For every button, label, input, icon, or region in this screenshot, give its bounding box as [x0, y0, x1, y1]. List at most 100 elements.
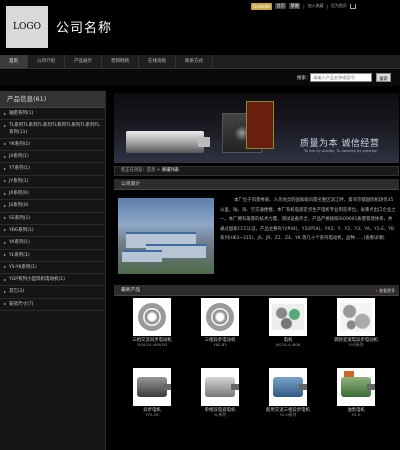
sidebar-item[interactable]: 其它(2)	[0, 286, 105, 299]
arrow-right-icon	[4, 191, 9, 197]
product-photo	[272, 304, 304, 330]
banner-slogan: 质量为本 诚信经营	[300, 139, 380, 149]
sidebar-item[interactable]: JX系列(1)	[0, 151, 105, 164]
product-card[interactable]: 单相双电容电机 YL系列	[190, 368, 250, 418]
sidebar-item-label: JX系列(1)	[9, 154, 29, 160]
product-image[interactable]	[133, 368, 171, 406]
factory-building	[122, 250, 162, 262]
sidebar-item-label: 轴密系列(1)	[9, 111, 34, 116]
search-input[interactable]	[310, 73, 372, 82]
product-card[interactable]: 船用交流三相异步电机 Y2-H系列	[258, 368, 318, 418]
more-products-link[interactable]: 查看更多	[376, 285, 395, 296]
logo-text: LOGO	[13, 22, 41, 32]
banner: 质量为本 诚信经营 To live by quality, To develop…	[114, 93, 399, 163]
search-label: 搜索：	[297, 76, 311, 81]
language-button[interactable]: Goldsite	[251, 2, 273, 10]
search-bar: 搜索： 搜索	[0, 70, 400, 86]
product-card[interactable]: 电机 JX07A-4-4KW	[258, 298, 318, 348]
sidebar-item[interactable]: SS系列(1)	[0, 213, 105, 225]
product-photo	[138, 303, 166, 331]
breadcrumb-current: 商铺列表	[161, 168, 179, 173]
product-card[interactable]: 三相交流同步电动机 YX5024-4KW-B3	[122, 298, 182, 348]
cart-icon[interactable]	[349, 3, 356, 9]
logo[interactable]: LOGO	[6, 6, 48, 48]
product-image[interactable]	[337, 368, 375, 406]
product-model: YS-H	[351, 412, 361, 418]
product-image[interactable]	[201, 368, 239, 406]
sidebar-item-label: JS系列(6)	[9, 203, 29, 209]
sidebar-item[interactable]: TL系列TL系列TL系列TL系列TL系列TL系列TL系列(11)	[0, 120, 105, 139]
products-heading-text: 最新产品	[121, 288, 141, 293]
nav-item-inquiry[interactable]: 在线询盘	[139, 54, 176, 69]
arrow-right-icon	[4, 142, 9, 148]
product-card[interactable]: 三相异步电动机 Y80-B3	[190, 298, 250, 348]
arrow-right-icon	[4, 277, 9, 283]
set-homepage-link[interactable]: 设为首页	[331, 3, 347, 9]
product-card[interactable]: 油泵电机 YS-H	[326, 368, 386, 418]
sidebar-item-label: YT系列(1)	[9, 166, 30, 172]
products-heading: 最新产品 查看更多	[114, 285, 399, 296]
sidebar-item[interactable]: YBG系列(1)	[0, 225, 105, 238]
arrow-right-icon	[4, 216, 9, 222]
banner-subtitle: To live by quality, To develop by presti…	[304, 149, 378, 153]
product-image[interactable]	[269, 368, 307, 406]
product-photo	[137, 377, 171, 397]
sidebar-item-label: JY系列(1)	[9, 178, 29, 184]
sidebar-item-label: 安装尺寸(7)	[9, 301, 34, 307]
about-text: 本厂位于风景秀丽、人杰地灵的国家级风景名胜区滨江畔，紧邻京都国际机场仅35公里，…	[220, 198, 396, 241]
product-category-sidebar: 产品信息(61) 轴密系列(1) TL系列TL系列TL系列TL系列TL系列TL系列…	[0, 91, 106, 450]
sidebar-item-label: JX系列(6)	[9, 191, 29, 197]
arrow-right-icon	[4, 166, 9, 172]
breadcrumb-prefix[interactable]: 您正在浏览：首页 >	[121, 168, 162, 173]
sidebar-item[interactable]: YA系列(1)	[0, 237, 105, 250]
sidebar-item[interactable]: YK系列(1)	[0, 139, 105, 152]
product-image[interactable]	[337, 298, 375, 336]
sidebar-item[interactable]: JY系列(1)	[0, 176, 105, 189]
home-link[interactable]: 首页	[275, 3, 287, 9]
about-heading-text: 公司简介	[121, 182, 141, 187]
product-card[interactable]: 调频变速电异步电动机 YVS系列	[326, 298, 386, 348]
add-favorite-link[interactable]: 加入收藏	[308, 3, 324, 9]
arrow-right-icon	[4, 240, 9, 246]
traditional-chinese-link[interactable]: 繁體	[289, 3, 301, 9]
product-model: YVS系列	[348, 342, 364, 348]
product-card[interactable]: 异步电机 YYS-56	[122, 368, 182, 418]
banner-speaker-image	[246, 101, 274, 149]
arrow-right-icon	[4, 111, 9, 117]
sidebar-title: 产品信息(61)	[0, 91, 105, 108]
sidebar-item-label: YS-YK系列(1)	[9, 264, 37, 270]
product-model: Y80-B3	[213, 342, 227, 348]
company-name: 公司名称	[56, 21, 113, 36]
sidebar-item-label: YA系列(1)	[9, 240, 30, 246]
arrow-right-icon	[4, 228, 9, 234]
banner-motor-image	[126, 131, 210, 153]
top-link-divider: |	[303, 3, 305, 9]
sidebar-item[interactable]: 安装尺寸(7)	[0, 299, 105, 312]
sidebar-item[interactable]: YS-YK系列(1)	[0, 262, 105, 275]
sidebar-item-label: YBG系列(1)	[9, 227, 34, 233]
sidebar-item[interactable]: JX系列(6)	[0, 188, 105, 201]
nav-item-about[interactable]: 公司介绍	[28, 54, 65, 69]
nav-item-contact[interactable]: 联系方式	[176, 54, 213, 69]
product-photo	[341, 371, 375, 397]
product-photo	[206, 303, 234, 331]
arrow-right-icon	[4, 203, 9, 209]
sidebar-item[interactable]: YL系列(1)	[0, 250, 105, 262]
sidebar-item-label: YL系列(1)	[9, 252, 30, 258]
product-image[interactable]	[201, 298, 239, 336]
search-button[interactable]: 搜索	[376, 73, 391, 82]
nav-item-network[interactable]: 营销网络	[102, 54, 139, 69]
nav-item-home[interactable]: 首页	[0, 54, 28, 69]
product-model: JX07A-4-4KW	[275, 342, 301, 348]
product-model: YL系列	[213, 412, 227, 418]
arrow-right-icon	[4, 123, 9, 129]
nav-item-products[interactable]: 产品展示	[65, 54, 102, 69]
sidebar-list: 轴密系列(1) TL系列TL系列TL系列TL系列TL系列TL系列TL系列(11) Y…	[0, 108, 105, 312]
sidebar-item-label: SS系列(1)	[9, 215, 31, 221]
product-image[interactable]	[133, 298, 171, 336]
sidebar-item[interactable]: 轴密系列(1)	[0, 108, 105, 121]
sidebar-item[interactable]: YT系列(1)	[0, 163, 105, 176]
product-image[interactable]	[269, 298, 307, 336]
sidebar-item[interactable]: YGP系列小型风机电动机(1)	[0, 274, 105, 287]
sidebar-item[interactable]: JS系列(6)	[0, 200, 105, 213]
